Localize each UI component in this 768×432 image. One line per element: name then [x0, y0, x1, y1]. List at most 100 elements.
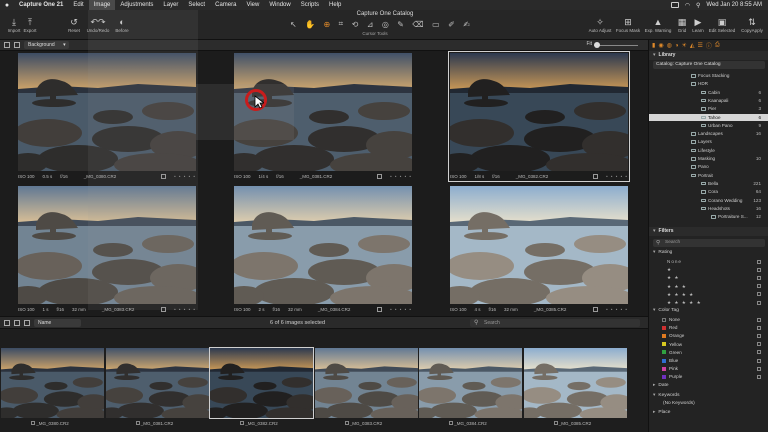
star-rating-dots[interactable]: • • • • •: [606, 174, 628, 179]
color-tag-row[interactable]: Purple: [649, 373, 768, 380]
filmstrip-thumbnail[interactable]: [209, 347, 314, 419]
color-tag-checkbox[interactable]: [757, 317, 761, 322]
layout-toggle-icon[interactable]: [4, 42, 10, 48]
keywords-filter-header[interactable]: ▾ Keywords: [653, 393, 679, 398]
menu-window[interactable]: Window: [264, 0, 295, 10]
rating-filter-row[interactable]: ★ ★ ★ ★: [649, 291, 768, 298]
pan-icon[interactable]: ✋: [305, 20, 315, 29]
exposure-tab-icon[interactable]: ☀: [681, 42, 686, 49]
select-checkbox[interactable]: [377, 306, 383, 312]
date-filter-header[interactable]: ▸ Date: [653, 383, 669, 388]
status-menu-icon[interactable]: [670, 2, 679, 8]
menu-camera[interactable]: Camera: [210, 0, 241, 10]
color-tag-checkbox[interactable]: [757, 333, 761, 338]
adjust-tab-icon[interactable]: ☰: [697, 42, 702, 49]
rating-filter-row[interactable]: ★ ★: [649, 274, 768, 281]
library-album-row[interactable]: Tahoe 6: [649, 113, 768, 121]
apple-menu-icon[interactable]: ●: [0, 2, 14, 9]
details-tab-icon[interactable]: ◭: [690, 42, 695, 49]
gradient-icon[interactable]: ▭: [432, 20, 440, 29]
place-filter-header[interactable]: ▸ Place: [653, 410, 670, 415]
color-tag-row[interactable]: Yellow: [649, 341, 768, 348]
menu-view[interactable]: View: [241, 0, 264, 10]
rating-filter-row[interactable]: None: [649, 258, 768, 265]
library-album-row[interactable]: Bella 221: [649, 180, 768, 187]
color-tag-checkbox[interactable]: [757, 350, 761, 355]
rating-checkbox[interactable]: [757, 284, 761, 289]
library-album-row[interactable]: Portraiture S... 12: [649, 213, 768, 220]
focus-mask-button[interactable]: ⊞ Focus Mask: [614, 10, 642, 40]
library-album-row[interactable]: HDR: [649, 80, 768, 87]
wifi-icon[interactable]: ◠: [685, 2, 690, 9]
library-album-row[interactable]: Masking 10: [649, 155, 768, 162]
filmstrip-thumbnail[interactable]: [314, 348, 418, 418]
browser-search-input[interactable]: ⚲ Search: [470, 319, 640, 327]
crop-icon[interactable]: ⌗: [339, 19, 344, 29]
color-tag-row[interactable]: Red: [649, 324, 768, 331]
library-album-row[interactable]: Lifestyle: [649, 147, 768, 154]
lens-tab-icon[interactable]: ◍: [667, 42, 672, 49]
library-album-row[interactable]: Cabin 6: [649, 89, 768, 96]
rating-checkbox[interactable]: [757, 300, 761, 305]
color-tag-checkbox[interactable]: [757, 366, 761, 371]
export-button[interactable]: ⤒ Export: [16, 10, 44, 40]
catalog-select[interactable]: Catalog: Capture One Catalog: [653, 61, 765, 69]
library-tab-icon[interactable]: ▮: [652, 42, 655, 49]
zoom-slider-knob[interactable]: [594, 42, 600, 48]
metadata-tab-icon[interactable]: ⓘ: [706, 41, 712, 50]
background-select[interactable]: Background: [24, 41, 69, 49]
menu-adjustments[interactable]: Adjustments: [115, 0, 158, 10]
library-album-row[interactable]: Pano: [649, 163, 768, 170]
filmstrip-thumbnail[interactable]: [105, 348, 209, 418]
select-checkbox[interactable]: [377, 173, 383, 179]
color-tag-row[interactable]: Green: [649, 349, 768, 356]
color-tag-row[interactable]: None: [649, 316, 768, 323]
color-tag-filter-header[interactable]: ▾ Color Tag: [653, 308, 679, 313]
library-album-row[interactable]: Urban Pano 9: [649, 122, 768, 129]
library-album-row[interactable]: Landscapes 16: [649, 130, 768, 137]
library-album-row[interactable]: Pier 3: [649, 105, 768, 112]
library-album-row[interactable]: Headshots 16: [649, 205, 768, 212]
menu-edit[interactable]: Edit: [68, 0, 88, 10]
rating-checkbox[interactable]: [757, 267, 761, 272]
output-tab-icon[interactable]: ⎙: [715, 42, 720, 49]
photo-image[interactable]: [450, 53, 628, 171]
color-tag-row[interactable]: Pink: [649, 365, 768, 372]
filters-search-input[interactable]: ⚲ Search: [653, 239, 765, 247]
viewer-image-cell[interactable]: ISO 100 4 s f/16 32 mm _MG_0385.CR2 • • • • •: [432, 185, 646, 317]
menu-select[interactable]: Select: [183, 0, 210, 10]
edit-selected-button[interactable]: ▣ Edit Selected: [708, 10, 736, 40]
select-checkbox[interactable]: [593, 306, 599, 312]
copy-apply-button[interactable]: ⇅ CopyApply: [738, 10, 766, 40]
star-rating-dots[interactable]: • • • • •: [606, 307, 628, 312]
panel-toggle-icon[interactable]: [14, 42, 20, 48]
rating-checkbox[interactable]: [757, 259, 761, 264]
library-section-header[interactable]: ▾ Library: [649, 51, 768, 60]
brush-icon[interactable]: ✎: [397, 20, 404, 29]
library-album-row[interactable]: Layers: [649, 138, 768, 145]
color-tag-checkbox[interactable]: [757, 325, 761, 330]
color-tab-icon[interactable]: ◑: [675, 43, 679, 49]
search-spotlight-icon[interactable]: ⚲: [696, 2, 700, 9]
rating-checkbox[interactable]: [757, 275, 761, 280]
color-tag-row[interactable]: Orange: [649, 332, 768, 339]
zoom-slider[interactable]: [594, 45, 638, 46]
rating-checkbox[interactable]: [757, 292, 761, 297]
sort-select[interactable]: Name: [34, 318, 82, 327]
star-rating-dots[interactable]: • • • • •: [390, 174, 412, 179]
menu-scripts[interactable]: Scripts: [296, 0, 324, 10]
menu-clock[interactable]: Wed Jan 20 8:55 AM: [706, 2, 762, 8]
loupe-icon[interactable]: ⊕: [324, 20, 331, 29]
eraser-icon[interactable]: ⌫: [412, 20, 423, 29]
filmstrip-thumbnail[interactable]: [419, 348, 522, 418]
rating-filter-row[interactable]: ★ ★ ★ ★ ★: [649, 299, 768, 306]
rating-filter-header[interactable]: ▾ Rating: [653, 250, 672, 255]
spot-removal-icon[interactable]: ◎: [382, 20, 389, 29]
viewer-image-cell[interactable]: ISO 100 2 s f/16 32 mm _MG_0384.CR2 • • • • •: [216, 185, 430, 317]
rating-filter-row[interactable]: ★ ★ ★: [649, 283, 768, 290]
filters-section-header[interactable]: ▾ Filters: [649, 227, 768, 236]
filmstrip-view-icon[interactable]: [24, 319, 30, 326]
photo-image[interactable]: [450, 186, 628, 304]
viewer-image-cell[interactable]: ISO 100 1/8 s f/16 _MG_0382.CR2 • • • • •: [432, 51, 646, 184]
library-album-row[interactable]: Kaanapali 6: [649, 97, 768, 104]
